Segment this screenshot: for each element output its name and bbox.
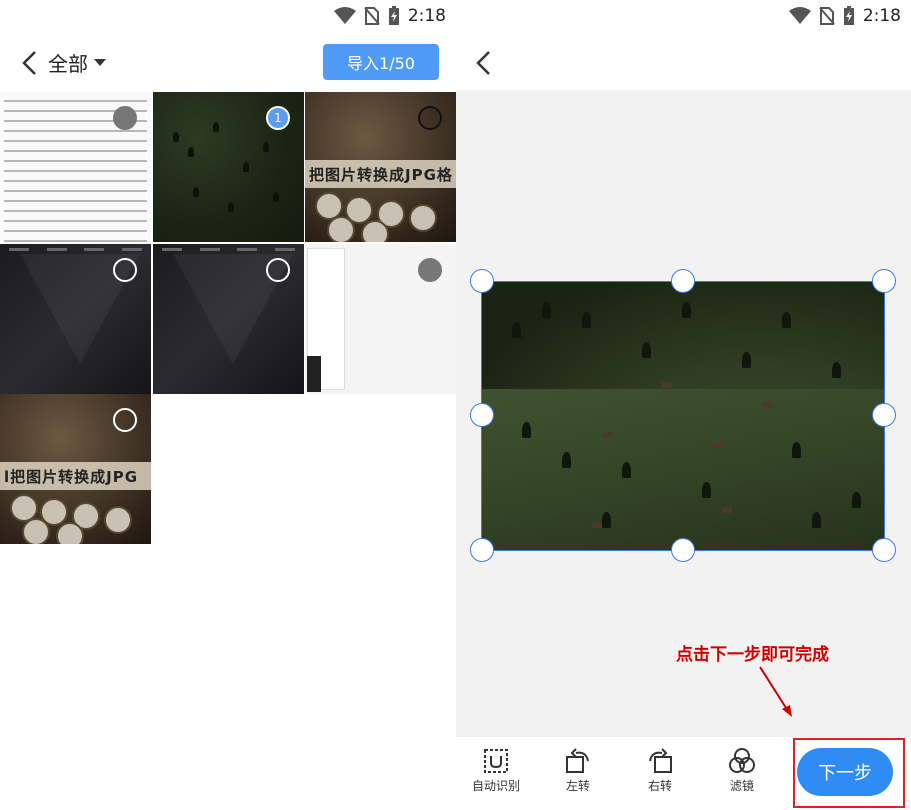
crop-panel: 2:18 点击下一步即可完成 自动识别 左转 右转 滤镜 下一步	[456, 0, 911, 810]
caret-down-icon	[94, 58, 106, 66]
crop-handle-left[interactable]	[470, 403, 494, 427]
clock: 2:18	[407, 6, 446, 26]
filter-button[interactable]: 滤镜	[712, 747, 772, 794]
chevron-left-icon	[22, 51, 36, 75]
battery-charging-icon	[388, 6, 399, 25]
landscape-image	[482, 282, 884, 550]
select-circle[interactable]	[113, 258, 137, 282]
status-bar: 2:18	[0, 0, 456, 36]
photo-tile[interactable]: 1	[153, 92, 304, 242]
back-button[interactable]	[12, 46, 46, 80]
back-button[interactable]	[466, 46, 500, 80]
photo-tile[interactable]: 把图片转换成JPG格	[305, 92, 456, 242]
select-circle[interactable]	[113, 408, 137, 432]
clock: 2:18	[862, 6, 901, 26]
crop-handle-bottom[interactable]	[671, 538, 695, 562]
select-circle[interactable]	[266, 258, 290, 282]
tool-label: 滤镜	[729, 779, 754, 793]
photo-tile[interactable]	[305, 244, 456, 394]
next-step-button[interactable]: 下一步	[797, 748, 893, 796]
auto-detect-icon	[484, 749, 508, 773]
crop-handle-bottom-right[interactable]	[872, 538, 896, 562]
select-circle[interactable]	[418, 258, 442, 282]
annotation-text: 点击下一步即可完成	[676, 645, 829, 665]
selected-badge[interactable]: 1	[266, 106, 290, 130]
crop-handle-top[interactable]	[671, 269, 695, 293]
crop-header	[456, 36, 911, 90]
no-sim-icon	[819, 7, 835, 25]
photo-tile[interactable]: l把图片转换成JPG	[0, 394, 151, 544]
crop-handle-top-right[interactable]	[872, 269, 896, 293]
crop-handle-right[interactable]	[872, 403, 896, 427]
select-circle[interactable]	[418, 106, 442, 130]
photo-tile[interactable]	[153, 244, 304, 394]
battery-charging-icon	[843, 6, 854, 25]
edit-toolbar: 自动识别 左转 右转 滤镜 下一步	[456, 737, 911, 810]
album-selector[interactable]: 全部	[48, 48, 106, 77]
status-bar: 2:18	[456, 0, 911, 36]
tool-label: 自动识别	[471, 779, 520, 793]
wifi-icon	[333, 7, 356, 24]
annotation-arrow-icon	[759, 666, 792, 717]
rotate-left-button[interactable]: 左转	[548, 747, 608, 794]
photo-tile[interactable]	[0, 244, 151, 394]
import-button[interactable]: 导入1/50	[323, 44, 439, 80]
rotate-right-icon	[649, 748, 672, 773]
filter-icon	[729, 748, 755, 773]
album-label: 全部	[48, 52, 88, 76]
crop-handle-bottom-left[interactable]	[470, 538, 494, 562]
auto-detect-button[interactable]: 自动识别	[466, 747, 526, 794]
rotate-left-icon	[566, 748, 589, 773]
select-circle[interactable]	[113, 106, 137, 130]
photo-tile[interactable]	[0, 92, 151, 242]
crop-frame[interactable]	[481, 281, 885, 551]
wifi-icon	[788, 7, 811, 24]
chevron-left-icon	[476, 51, 490, 75]
crop-handle-top-left[interactable]	[470, 269, 494, 293]
gallery-panel: 2:18 全部 导入1/50 1 把图片转换成JPG格 l把图片转换成JPG	[0, 0, 456, 810]
rotate-right-button[interactable]: 右转	[630, 747, 690, 794]
gallery-header: 全部 导入1/50	[0, 36, 456, 90]
tool-label: 左转	[565, 779, 590, 793]
tool-label: 右转	[647, 779, 672, 793]
no-sim-icon	[364, 7, 380, 25]
